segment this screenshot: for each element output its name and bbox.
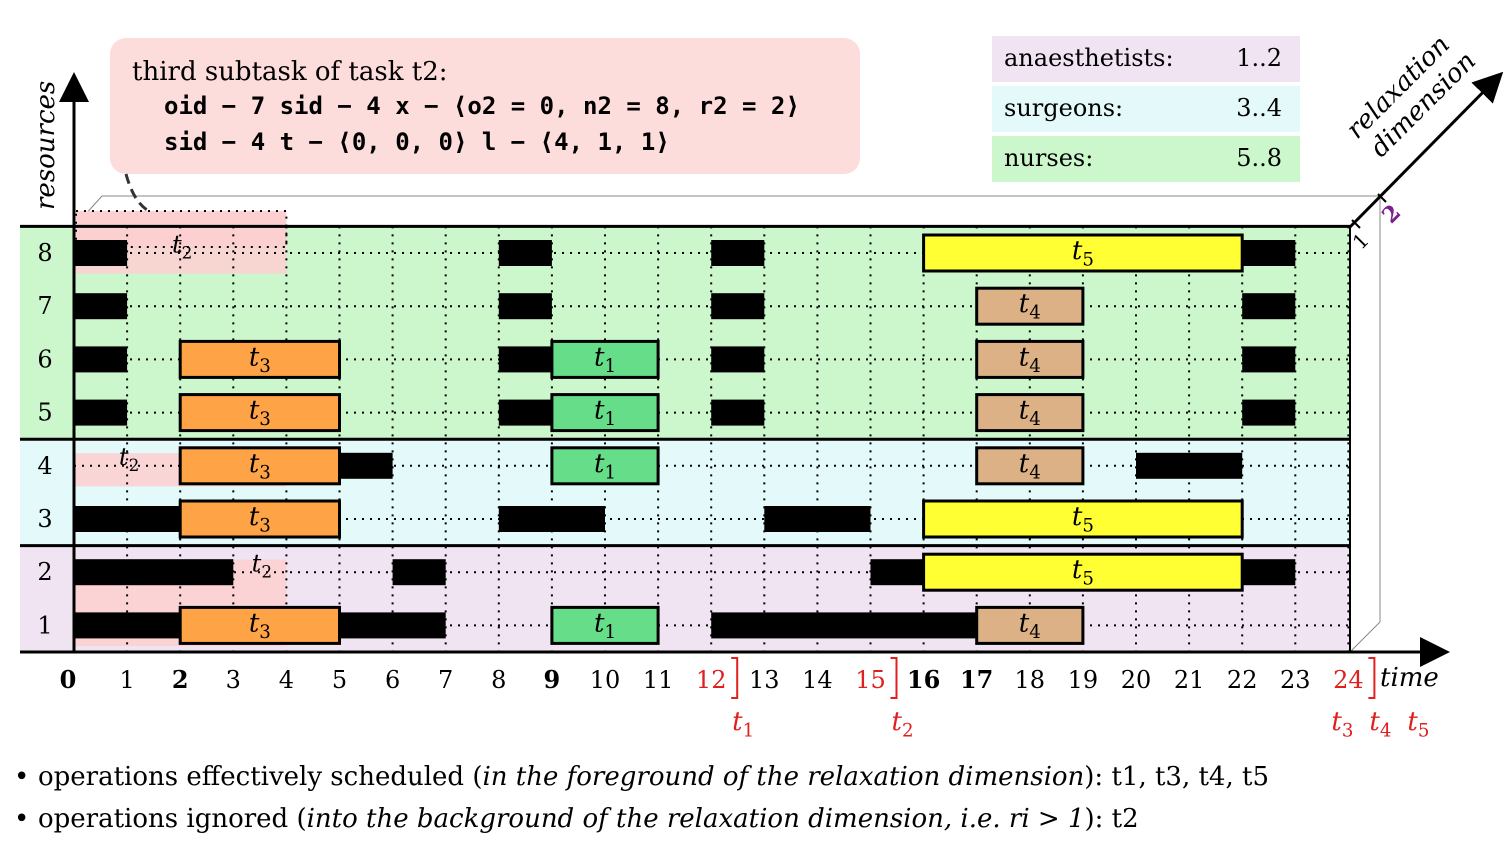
legend-label: surgeons: (1004, 94, 1123, 122)
time-tick-10: 10 (590, 666, 621, 694)
callout-box: third subtask of task t2: oid − 7 sid − … (110, 38, 860, 214)
unavailable-block-r8 (1242, 240, 1296, 266)
unavailable-block-r6 (74, 346, 128, 373)
unavailable-block-r2 (1242, 559, 1296, 586)
legend-range: 1..2 (1236, 44, 1282, 72)
unavailable-block-r4 (339, 452, 393, 479)
time-tick-18: 18 (1015, 666, 1046, 694)
time-tick-15: 15 (855, 666, 886, 694)
unavailable-block-r2 (870, 559, 924, 586)
unavailable-block-r1 (339, 612, 446, 639)
unavailable-block-r7 (1242, 293, 1296, 320)
x-axis-label: time (1380, 663, 1439, 693)
bullet1-suffix: ): t1, t3, t4, t5 (1084, 762, 1269, 792)
unavailable-block-r1 (74, 612, 181, 639)
resource-label-2: 2 (37, 558, 52, 586)
resource-label-1: 1 (37, 611, 52, 639)
time-tick-21: 21 (1174, 666, 1205, 694)
bullet-dot: • (14, 762, 30, 792)
unavailable-block-r3 (764, 506, 871, 532)
deadline-bracket-15 (890, 657, 898, 699)
unavailable-block-r6 (498, 346, 552, 373)
time-tick-16: 16 (907, 665, 940, 694)
callout-line1: oid − 7 sid − 4 x − ⟨o2 = 0, n2 = 8, r2 … (164, 92, 800, 120)
bullet1-prefix: operations effectively scheduled ( (38, 762, 483, 792)
time-tick-14: 14 (802, 666, 833, 694)
unavailable-block-r2 (392, 559, 446, 586)
unavailable-block-r8 (498, 240, 552, 266)
legend-label: anaesthetists: (1004, 44, 1174, 72)
unavailable-block-r3 (74, 506, 181, 532)
deadline-label-t5: t5 (1407, 707, 1429, 742)
time-tick-1: 1 (119, 666, 134, 694)
unavailable-block-r4 (1136, 452, 1243, 479)
time-tick-0: 0 (60, 665, 77, 694)
y-axis-label: resources (31, 81, 61, 210)
time-tick-24: 24 (1333, 666, 1364, 694)
legend-label: nurses: (1004, 144, 1093, 172)
resource-label-5: 5 (37, 399, 52, 427)
schedule-diagram: t2t2t2 t1t1t1t1t3t3t3t3t3t4t4t4t4t4t5t5t… (20, 30, 1504, 742)
time-tick-5: 5 (332, 666, 347, 694)
deadline-label-t4: t4 (1369, 707, 1391, 742)
explanation-list: • operations effectively scheduled (in th… (14, 756, 1269, 840)
deadline-label-t1: t1 (732, 707, 754, 742)
bullet2-suffix: ): t2 (1084, 804, 1139, 834)
time-tick-19: 19 (1068, 666, 1099, 694)
resource-label-4: 4 (37, 452, 52, 480)
bullet-ignored: • operations ignored (into the background… (14, 798, 1269, 840)
unavailable-block-r7 (74, 293, 128, 320)
unavailable-block-r7 (498, 293, 552, 320)
time-tick-4: 4 (279, 666, 294, 694)
callout-line2: sid − 4 t − ⟨0, 0, 0⟩ l − ⟨4, 1, 1⟩ (164, 128, 670, 156)
unavailable-block-r3 (498, 506, 605, 532)
resource-label-3: 3 (37, 505, 52, 533)
time-tick-22: 22 (1227, 666, 1258, 694)
unavailable-block-r1 (711, 612, 977, 639)
unavailable-block-r5 (711, 399, 765, 426)
unavailable-block-r8 (74, 240, 128, 266)
bullet2-italic: into the background of the relaxation di… (306, 804, 1085, 834)
callout-title: third subtask of task t2: (132, 57, 448, 87)
z-tick-1: 1 (1348, 228, 1374, 254)
bullet-dot: • (14, 804, 30, 834)
time-tick-9: 9 (544, 665, 561, 694)
unavailable-block-r5 (1242, 399, 1296, 426)
deadline-bracket-12 (731, 657, 739, 699)
time-tick-13: 13 (749, 666, 780, 694)
deadline-label-t2: t2 (891, 707, 913, 742)
time-tick-23: 23 (1280, 666, 1311, 694)
legend-range: 5..8 (1236, 144, 1282, 172)
resource-label-7: 7 (37, 292, 52, 320)
unavailable-block-r6 (1242, 346, 1296, 373)
unavailable-block-r5 (498, 399, 552, 426)
resource-label-6: 6 (37, 345, 52, 373)
bullet-scheduled: • operations effectively scheduled (in th… (14, 756, 1269, 798)
time-tick-17: 17 (960, 665, 993, 694)
time-tick-8: 8 (491, 666, 506, 694)
unavailable-block-r6 (711, 346, 765, 373)
resource-legend: anaesthetists: 1..2 surgeons: 3..4 nurses: 5.… (992, 36, 1300, 182)
resource-label-8: 8 (37, 239, 52, 267)
time-tick-6: 6 (385, 666, 400, 694)
callout-pointer (124, 173, 151, 214)
time-tick-11: 11 (643, 666, 674, 694)
bullet2-prefix: operations ignored ( (38, 804, 307, 834)
time-tick-3: 3 (226, 666, 241, 694)
unavailable-block-r8 (711, 240, 765, 266)
time-tick-7: 7 (438, 666, 453, 694)
time-tick-2: 2 (172, 665, 189, 694)
unavailable-block-r5 (74, 399, 128, 426)
legend-range: 3..4 (1236, 94, 1282, 122)
z-tick-2: 2 (1377, 200, 1406, 229)
time-tick-labels: 0 1 2 3 4 5 6 7 8 9 10 11 12 13 14 15 16 17 18 19 20 21 22 23 24 (60, 665, 1364, 694)
time-tick-20: 20 (1121, 666, 1152, 694)
bullet1-italic: in the foreground of the relaxation dime… (482, 762, 1085, 792)
time-tick-12: 12 (696, 666, 727, 694)
deadline-bracket-24 (1368, 657, 1376, 699)
deadline-label-t3: t3 (1331, 707, 1353, 742)
unavailable-block-r2 (74, 559, 234, 586)
unavailable-block-r7 (711, 293, 765, 320)
